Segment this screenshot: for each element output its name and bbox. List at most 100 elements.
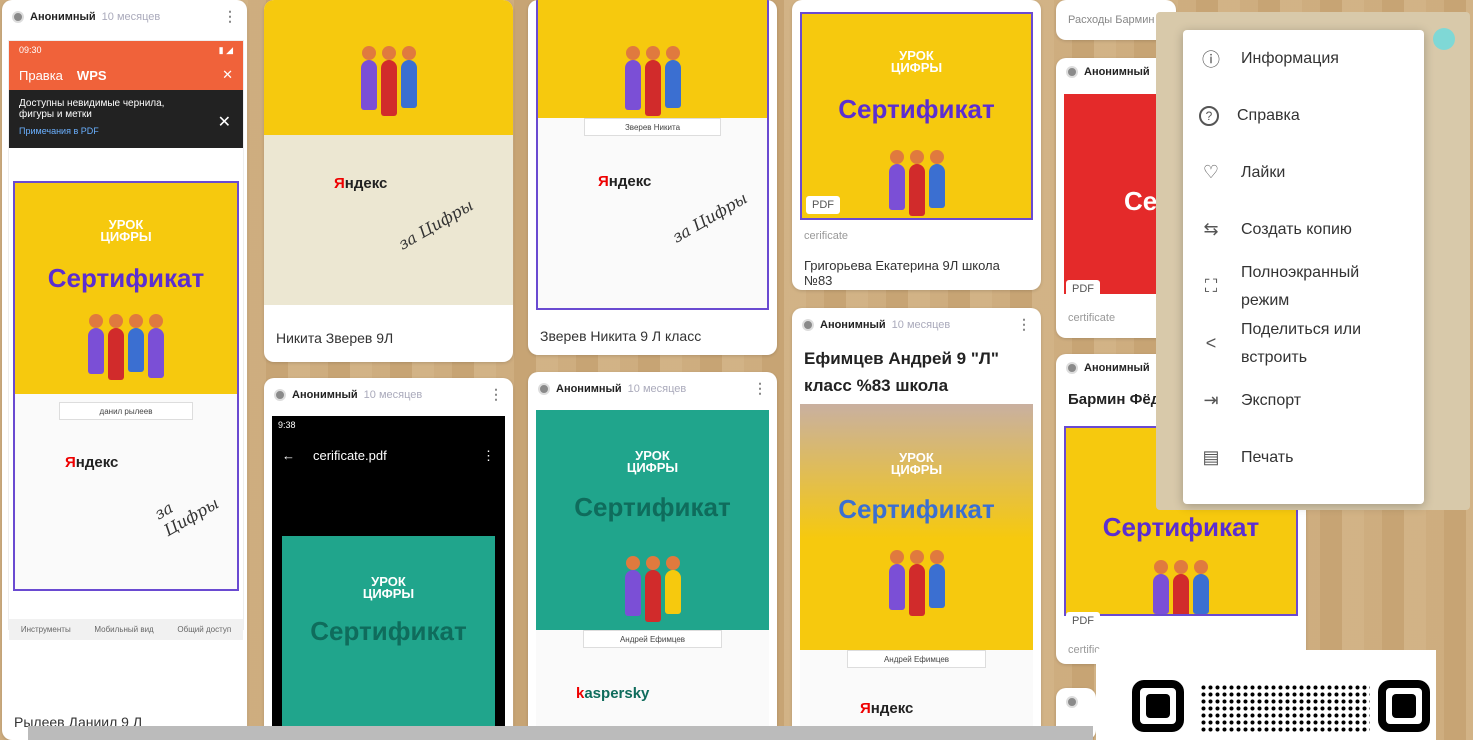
yandex-logo: Яндекс bbox=[334, 175, 388, 192]
post-time: 10 месяцев bbox=[627, 382, 687, 395]
close-icon[interactable]: ✕ bbox=[222, 67, 233, 83]
certificate-image: Зверев Никита Яндекс за Цифры bbox=[536, 0, 769, 310]
profile-icon[interactable] bbox=[1433, 28, 1455, 50]
post-card-android[interactable]: Анонимный 10 месяцев ⋮ 9:38 ← cerificate… bbox=[264, 378, 513, 740]
status-time: 9:38 bbox=[278, 420, 296, 430]
author-name: Анонимный bbox=[1084, 66, 1150, 78]
qr-finder-right bbox=[1378, 680, 1430, 732]
notice-link[interactable]: Примечания в PDF bbox=[19, 126, 233, 136]
wps-toolbar: Правка WPS ✕ bbox=[9, 60, 243, 90]
qr-code bbox=[1096, 650, 1436, 740]
post-card-zverev-2[interactable]: Зверев Никита Яндекс за Цифры Зверев Ник… bbox=[528, 0, 777, 355]
kids-illustration bbox=[888, 550, 945, 616]
copy-icon: ⇆ bbox=[1203, 219, 1219, 239]
menu-item-export[interactable]: ⇥ Экспорт bbox=[1183, 372, 1424, 429]
post-header: Анонимный 10 месяцев ⋮ bbox=[2, 0, 247, 33]
post-time: 10 месяцев bbox=[101, 10, 161, 23]
post-card-efimtsev-2[interactable]: Анонимный 10 месяцев ⋮ Ефимцев Андрей 9 … bbox=[792, 308, 1041, 740]
pdf-badge: PDF bbox=[1066, 612, 1100, 630]
context-menu: ⓘ Информация ? Справка ♡ Лайки ⇆ Создать коп… bbox=[1183, 30, 1424, 504]
post-time: 10 месяцев bbox=[891, 318, 951, 331]
avatar bbox=[538, 382, 550, 395]
student-name: данил рылеев bbox=[59, 402, 193, 420]
cert-title: Сертификат bbox=[838, 94, 995, 124]
cert-title: Сертификат bbox=[1102, 512, 1260, 542]
filename: cerificate.pdf bbox=[313, 448, 387, 463]
info-icon: ⓘ bbox=[1202, 49, 1220, 70]
kids-illustration bbox=[624, 46, 681, 116]
fullscreen-icon: ⛶ bbox=[1204, 276, 1218, 296]
avatar bbox=[12, 10, 24, 23]
more-icon[interactable]: ⋮ bbox=[489, 386, 503, 403]
kids-illustration bbox=[888, 150, 945, 216]
more-icon[interactable]: ⋮ bbox=[1017, 316, 1031, 333]
menu-item-print[interactable]: ▤ Печать bbox=[1183, 429, 1424, 486]
certificate-image: УРОК ЦИФРЫ Сертификат bbox=[282, 536, 495, 740]
menu-item-copy[interactable]: ⇆ Создать копию bbox=[1183, 201, 1424, 258]
more-icon[interactable]: ⋮ bbox=[753, 380, 767, 397]
pdf-badge: PDF bbox=[1066, 280, 1100, 298]
post-caption: Никита Зверев 9Л bbox=[276, 330, 394, 346]
yandex-logo: Яндекс bbox=[598, 173, 652, 190]
pdf-badge: PDF bbox=[806, 196, 840, 214]
post-caption: Зверев Никита 9 Л класс bbox=[540, 328, 702, 344]
cert-title: Сертификат bbox=[310, 616, 467, 646]
post-header: Анонимный 10 месяцев ⋮ bbox=[264, 378, 513, 411]
more-icon[interactable]: ⋮ bbox=[482, 448, 495, 464]
tools-button[interactable]: Инструменты bbox=[21, 625, 71, 634]
avatar bbox=[802, 318, 814, 331]
menu-item-fullscreen[interactable]: ⛶ Полноэкранный режим bbox=[1183, 258, 1424, 315]
share-button[interactable]: Общий доступ bbox=[177, 625, 231, 634]
author-name: Анонимный bbox=[292, 388, 358, 401]
avatar bbox=[1066, 66, 1078, 78]
more-icon[interactable]: ⋮ bbox=[223, 8, 237, 25]
help-icon: ? bbox=[1199, 105, 1219, 126]
post-header: Анонимный 10 месяцев ⋮ bbox=[792, 308, 1041, 341]
file-name: certificate bbox=[1068, 312, 1116, 324]
post-card-grigorieva[interactable]: УРОК ЦИФРЫ Сертификат PDF cerificate Григ… bbox=[792, 0, 1041, 290]
post-header: Анонимный 10 месяцев ⋮ bbox=[528, 372, 777, 405]
yandex-logo: Яндекс bbox=[65, 454, 119, 471]
avatar bbox=[1066, 696, 1078, 708]
post-card-zverev-1[interactable]: Яндекс за Цифры Никита Зверев 9Л bbox=[264, 0, 513, 362]
kids-illustration bbox=[360, 46, 417, 116]
avatar bbox=[274, 388, 286, 401]
app-title[interactable]: Правка bbox=[19, 68, 63, 83]
yandex-logo: Яндекс bbox=[860, 700, 914, 717]
post-time: 10 месяцев bbox=[363, 388, 423, 401]
app-brand: WPS bbox=[76, 67, 107, 83]
post-header bbox=[1056, 688, 1096, 716]
print-icon: ▤ bbox=[1202, 447, 1220, 467]
cert-title: Сертификат bbox=[838, 494, 995, 524]
menu-item-likes[interactable]: ♡ Лайки bbox=[1183, 144, 1424, 201]
author-name: Анонимный bbox=[1084, 362, 1150, 374]
logo: УРОК ЦИФРЫ bbox=[100, 217, 152, 244]
post-card-rыleev[interactable]: Анонимный 10 месяцев ⋮ 09:30 ▮ ◢ Правка W… bbox=[2, 0, 247, 740]
cert-title: Сертификат bbox=[47, 263, 205, 293]
close-icon[interactable]: ✕ bbox=[218, 112, 231, 132]
menu-item-help[interactable]: ? Справка bbox=[1183, 87, 1424, 144]
certificate-image: УРОК ЦИФРЫ Сертификат Андрей Ефимцев Янде… bbox=[800, 404, 1033, 740]
file-name: cerificate bbox=[804, 230, 849, 242]
certificate-image: УРОК ЦИФРЫ Сертификат Андрей Ефимцев kasp… bbox=[536, 410, 769, 740]
cert-title: Сертификат bbox=[574, 492, 731, 522]
avatar bbox=[1066, 362, 1078, 374]
menu-item-share[interactable]: < Поделиться или встроить bbox=[1183, 315, 1424, 372]
post-card-efimtsev-1[interactable]: Анонимный 10 месяцев ⋮ УРОК ЦИФРЫ Сертифи… bbox=[528, 372, 777, 740]
kids-illustration bbox=[88, 314, 164, 380]
menu-item-info[interactable]: ⓘ Информация bbox=[1183, 30, 1424, 87]
author-name: Анонимный bbox=[820, 318, 886, 331]
kaspersky-logo: kaspersky bbox=[576, 685, 650, 702]
horizontal-scrollbar[interactable] bbox=[28, 726, 1093, 740]
certificate-image: Яндекс за Цифры bbox=[264, 0, 513, 305]
android-screenshot: 9:38 ← cerificate.pdf ⋮ УРОК ЦИФРЫ Сертиф… bbox=[272, 416, 505, 740]
author-name: Анонимный bbox=[556, 382, 622, 395]
status-time: 09:30 bbox=[19, 45, 42, 55]
signature: за Цифры bbox=[668, 188, 751, 247]
back-icon[interactable]: ← bbox=[282, 448, 295, 464]
share-icon: < bbox=[1205, 333, 1217, 353]
signature: за Цифры bbox=[150, 493, 223, 540]
status-icons: ▮ ◢ bbox=[218, 45, 233, 55]
mobile-view-button[interactable]: Мобильный вид bbox=[94, 625, 153, 634]
signature: за Цифры bbox=[394, 195, 477, 254]
